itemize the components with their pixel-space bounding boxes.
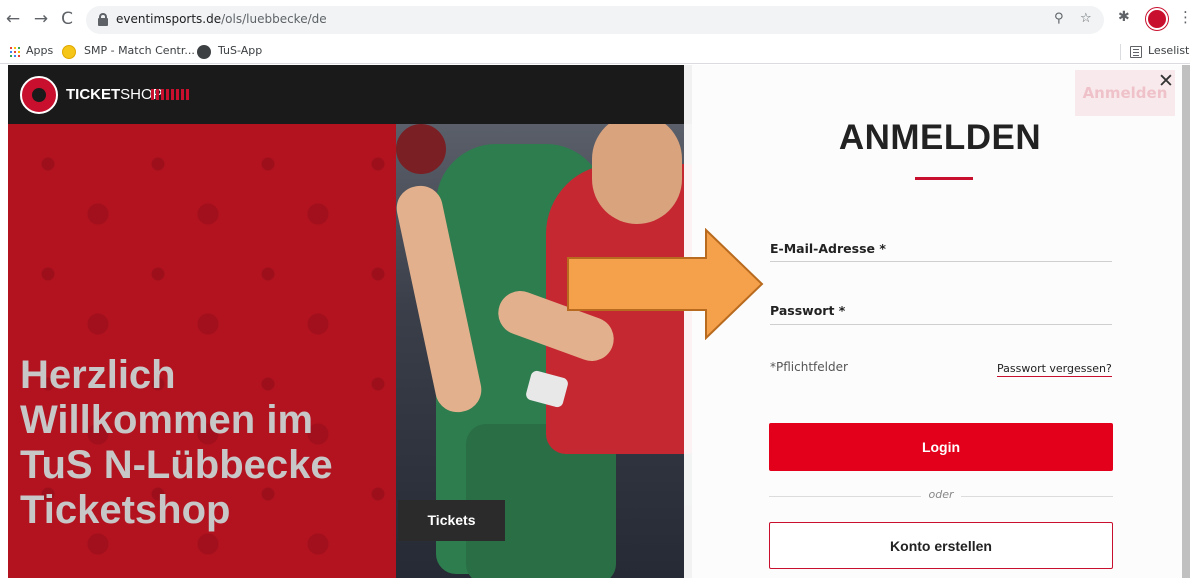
tickets-button[interactable]: Tickets xyxy=(398,500,505,541)
bookmarks-separator xyxy=(1120,44,1121,60)
browser-toolbar: ← → C eventimsports.de/ols/luebbecke/de … xyxy=(0,0,1190,40)
bookmark-tus-app[interactable]: TuS-App xyxy=(218,44,262,57)
close-icon[interactable]: ✕ xyxy=(1158,72,1174,91)
globe-icon xyxy=(197,45,211,59)
hero-title: Herzlich Willkommen im TuS N-Lübbecke Ti… xyxy=(20,353,400,533)
required-fields-hint: *Pflichtfelder xyxy=(770,360,848,374)
url-text: eventimsports.de/ols/luebbecke/de xyxy=(116,12,327,26)
email-field[interactable] xyxy=(770,238,1112,262)
divider-line-right xyxy=(961,496,1113,497)
tus-logo-icon[interactable] xyxy=(20,76,58,114)
hero-title-line: Ticketshop xyxy=(20,488,231,532)
hero-title-line: Willkommen im xyxy=(20,398,314,442)
url-domain: eventimsports.de xyxy=(116,12,222,26)
divider-line-left xyxy=(769,496,921,497)
create-account-button[interactable]: Konto erstellen xyxy=(769,522,1113,569)
divider-oder: oder xyxy=(928,488,954,501)
photo-handball-ball xyxy=(396,124,446,174)
photo-player-head xyxy=(592,124,682,224)
star-icon[interactable]: ☆ xyxy=(1080,11,1092,26)
forward-arrow-icon[interactable]: → xyxy=(30,8,52,30)
lock-icon xyxy=(98,13,108,26)
ticketshop-logo-text[interactable]: TICKETSHOP xyxy=(66,86,163,103)
profile-avatar[interactable] xyxy=(1146,8,1168,30)
heading-underline xyxy=(915,177,973,180)
password-field[interactable] xyxy=(770,301,1112,325)
back-arrow-icon[interactable]: ← xyxy=(2,8,24,30)
bookmark-smp-match-center[interactable]: SMP - Match Centr... xyxy=(84,44,195,57)
url-path: /ols/luebbecke/de xyxy=(221,12,327,26)
menu-kebab-icon[interactable]: ⋮ xyxy=(1178,8,1190,26)
login-heading: ANMELDEN xyxy=(838,118,1042,157)
reading-list-icon xyxy=(1130,46,1142,58)
apps-grid-icon[interactable] xyxy=(10,47,20,57)
address-bar[interactable]: eventimsports.de/ols/luebbecke/de ⚲ ☆ xyxy=(86,6,1104,34)
forgot-password-link[interactable]: Passwort vergessen? xyxy=(997,362,1112,377)
reading-list-link[interactable]: Leseliste xyxy=(1148,44,1190,57)
brand-bold: TICKET xyxy=(66,86,121,103)
zoom-icon[interactable]: ⚲ xyxy=(1054,11,1064,26)
hero-title-line: Herzlich xyxy=(20,353,176,397)
reload-icon[interactable]: C xyxy=(56,8,78,30)
bookmarks-bar: Apps SMP - Match Centr... TuS-App Leseli… xyxy=(0,40,1190,64)
logo-stripes-icon xyxy=(151,89,189,100)
annotation-arrow-icon xyxy=(567,228,764,340)
site-header: TICKETSHOP xyxy=(8,65,692,124)
bookmark-apps[interactable]: Apps xyxy=(26,44,53,57)
hero-title-line: TuS N-Lübbecke xyxy=(20,443,333,487)
smp-favicon-icon xyxy=(62,45,76,59)
extensions-puzzle-icon[interactable]: ✱ xyxy=(1118,9,1130,25)
login-button[interactable]: Login xyxy=(769,423,1113,471)
